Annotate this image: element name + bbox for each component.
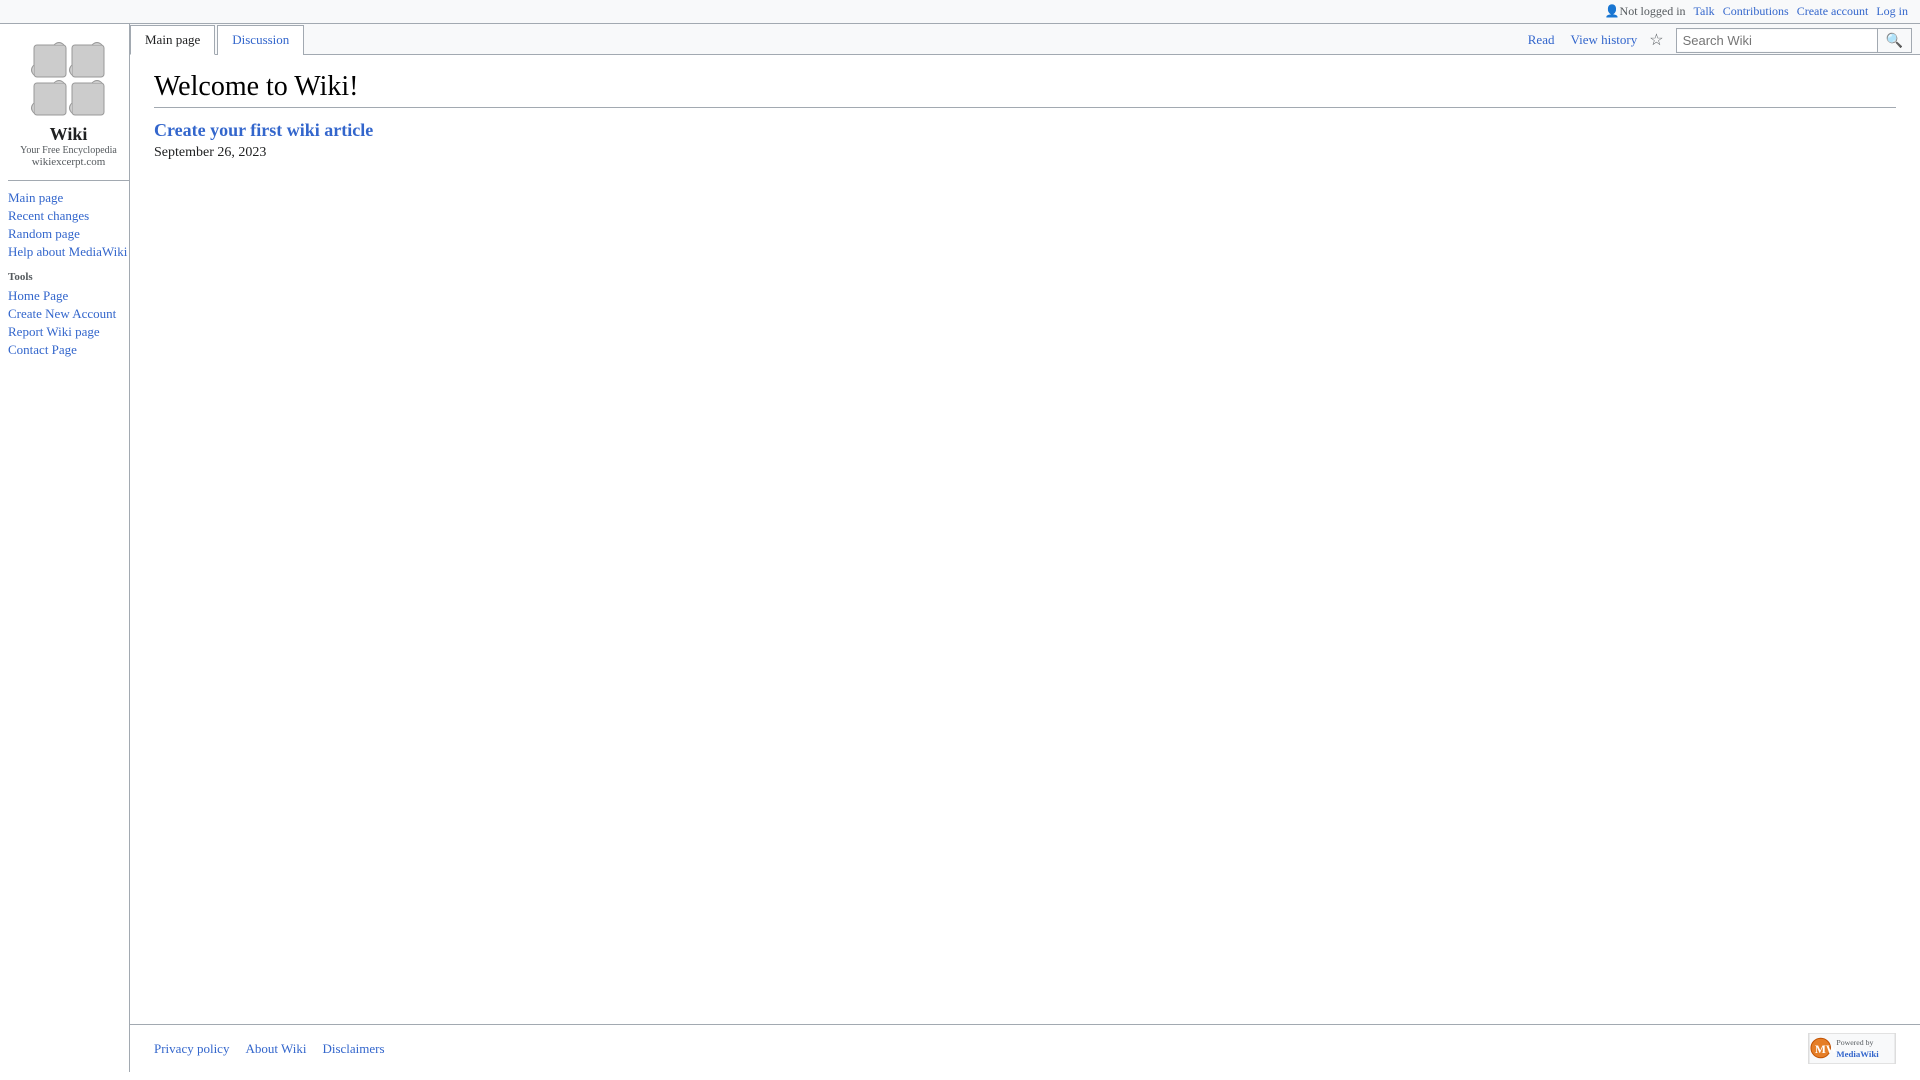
logo-tagline: Your Free Encyclopedia: [8, 145, 129, 156]
page-tabs: Main page Discussion: [130, 24, 306, 54]
sidebar: Wiki Your Free Encyclopedia wikiexcerpt.…: [0, 24, 130, 1072]
sidebar-item-contact-page[interactable]: Contact Page: [8, 341, 129, 359]
page-layout: Wiki Your Free Encyclopedia wikiexcerpt.…: [0, 24, 1920, 1072]
logo-area: Wiki Your Free Encyclopedia wikiexcerpt.…: [8, 32, 129, 181]
svg-text:Powered by: Powered by: [1836, 1038, 1873, 1047]
tab-discussion[interactable]: Discussion: [217, 25, 304, 55]
page-title: Welcome to Wiki!: [154, 71, 1896, 108]
talk-link[interactable]: Talk: [1694, 4, 1715, 19]
footer-logo: MW Powered by MediaWiki: [1808, 1033, 1896, 1064]
navigation-section: Main page Recent changes Random page Hel…: [8, 189, 129, 261]
logo-title: Wiki: [8, 124, 129, 145]
wiki-logo: [29, 40, 109, 120]
top-bar: 👤 Not logged in Talk Contributions Creat…: [0, 0, 1920, 24]
svg-text:MediaWiki: MediaWiki: [1836, 1049, 1879, 1059]
action-view-history[interactable]: View history: [1562, 26, 1645, 54]
tab-bar: Main page Discussion Read View history ☆…: [130, 24, 1920, 55]
sidebar-item-report-wiki-page[interactable]: Report Wiki page: [8, 323, 129, 341]
create-account-link[interactable]: Create account: [1797, 4, 1869, 19]
not-logged-in-label: Not logged in: [1620, 4, 1686, 19]
sidebar-item-main-page[interactable]: Main page: [8, 189, 129, 207]
disclaimers-link[interactable]: Disclaimers: [322, 1041, 384, 1057]
article-date: September 26, 2023: [154, 145, 1896, 161]
main-wrapper: Main page Discussion Read View history ☆…: [130, 24, 1920, 1072]
search-icon: 🔍: [1886, 32, 1903, 48]
contributions-link[interactable]: Contributions: [1723, 4, 1789, 19]
tools-section: Tools Home Page Create New Account Repor…: [8, 271, 129, 359]
content-area: Welcome to Wiki! Create your first wiki …: [130, 55, 1920, 1024]
mediawiki-logo-svg: MW Powered by MediaWiki: [1809, 1033, 1895, 1064]
logo-domain: wikiexcerpt.com: [8, 156, 129, 168]
login-link[interactable]: Log in: [1876, 4, 1908, 19]
user-icon: 👤: [1605, 4, 1620, 19]
privacy-policy-link[interactable]: Privacy policy: [154, 1041, 229, 1057]
footer-links: Privacy policy About Wiki Disclaimers: [154, 1041, 385, 1057]
search-input[interactable]: [1677, 30, 1877, 51]
footer: Privacy policy About Wiki Disclaimers MW…: [130, 1024, 1920, 1072]
watchlist-star-button[interactable]: ☆: [1645, 28, 1667, 52]
search-button[interactable]: 🔍: [1877, 29, 1911, 52]
sidebar-item-random-page[interactable]: Random page: [8, 225, 129, 243]
sidebar-item-home-page[interactable]: Home Page: [8, 287, 129, 305]
tab-main-page[interactable]: Main page: [130, 25, 215, 55]
sidebar-item-recent-changes[interactable]: Recent changes: [8, 207, 129, 225]
view-actions: Read View history ☆ 🔍: [1520, 26, 1920, 54]
sidebar-item-help-mediawiki[interactable]: Help about MediaWiki: [8, 243, 129, 261]
mediawiki-logo: MW Powered by MediaWiki: [1808, 1033, 1896, 1064]
svg-text:MW: MW: [1815, 1043, 1838, 1056]
about-wiki-link[interactable]: About Wiki: [245, 1041, 306, 1057]
search-form: 🔍: [1676, 28, 1912, 53]
tools-title: Tools: [8, 271, 129, 283]
article-link[interactable]: Create your first wiki article: [154, 120, 1896, 141]
sidebar-item-create-new-account[interactable]: Create New Account: [8, 305, 129, 323]
action-read[interactable]: Read: [1520, 26, 1563, 54]
